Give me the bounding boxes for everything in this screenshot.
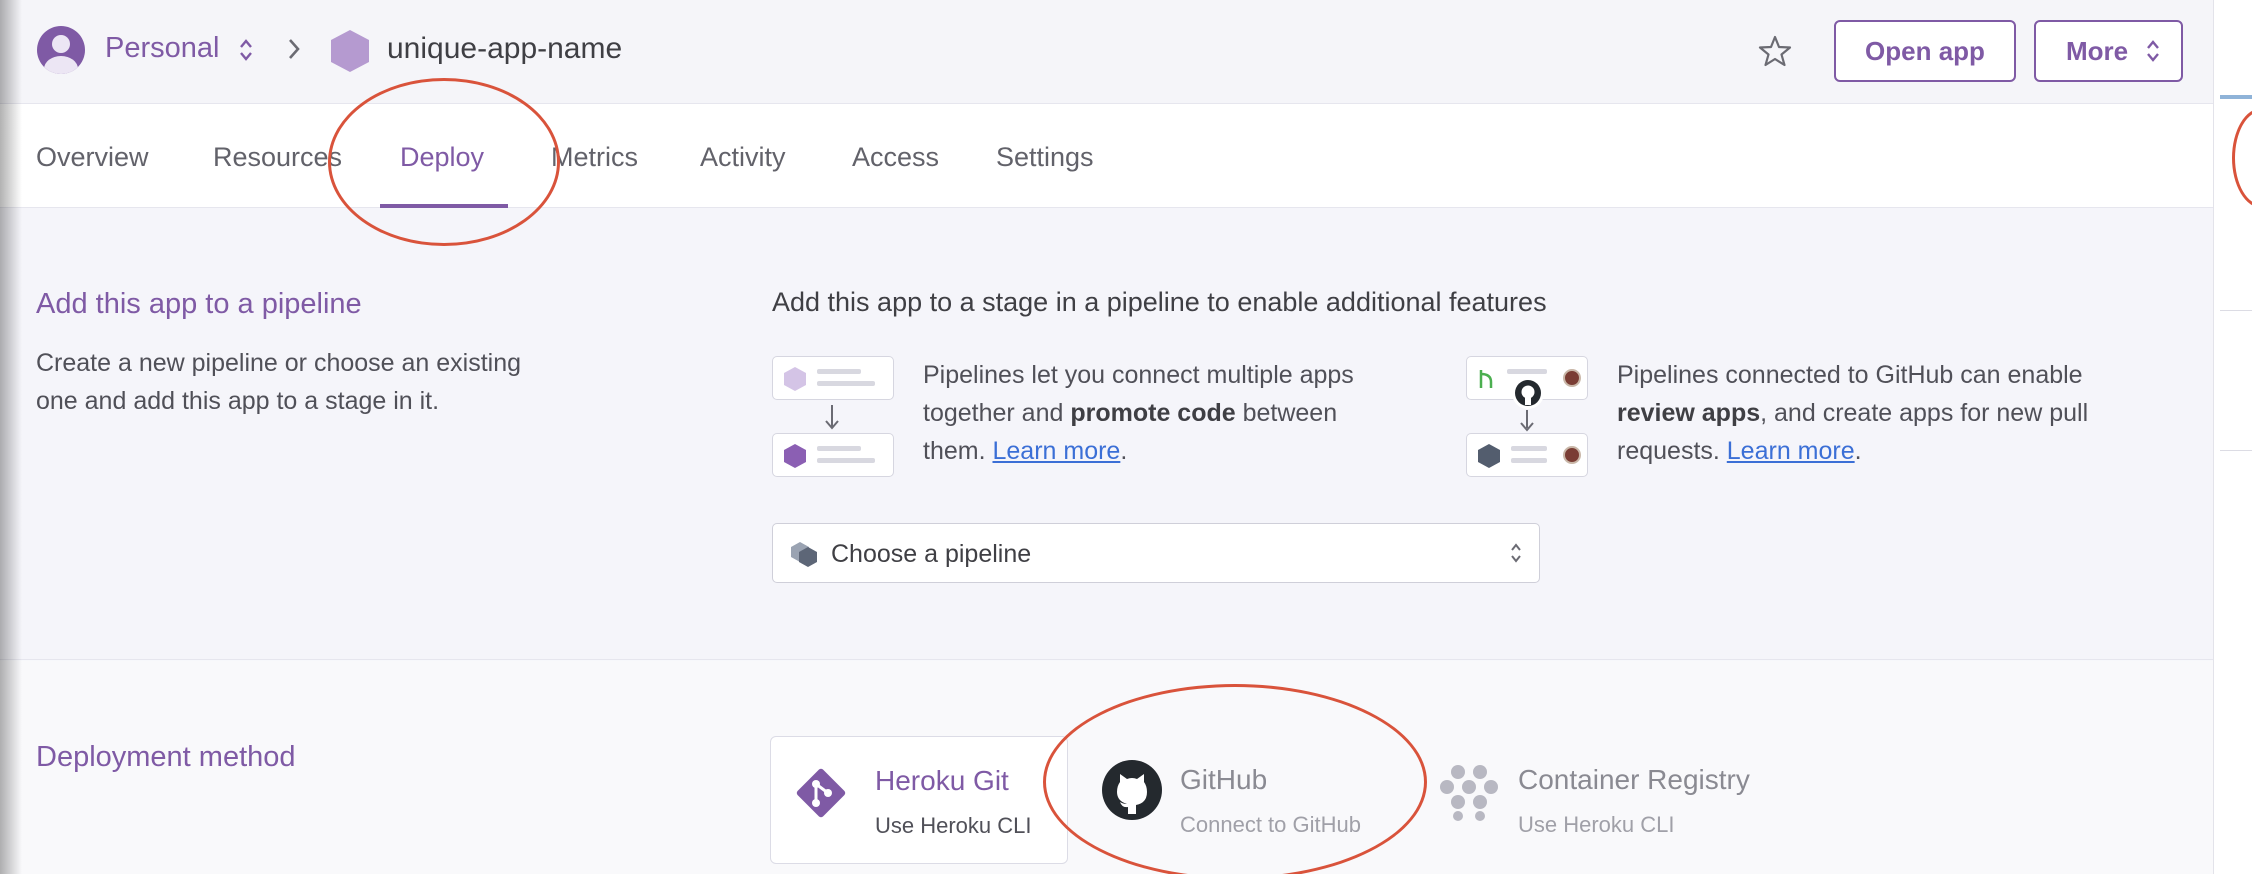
pipeline-feature-promote: Pipelines let you connect multiple apps …: [923, 361, 1354, 465]
tab-resources[interactable]: Resources: [213, 142, 342, 173]
tab-metrics[interactable]: Metrics: [551, 142, 638, 173]
tab-access[interactable]: Access: [852, 142, 939, 173]
container-registry-icon: [1440, 765, 1498, 821]
more-button[interactable]: More: [2034, 20, 2183, 82]
pipeline-section: Add this app to a pipeline Create a new …: [0, 208, 2213, 660]
tab-activity[interactable]: Activity: [700, 142, 786, 173]
promote-diagram-bottom: [772, 433, 894, 477]
pipeline-icon: [791, 542, 817, 567]
avatar[interactable]: [37, 26, 85, 74]
github-icon: [1102, 760, 1162, 820]
pipeline-select[interactable]: Choose a pipeline: [772, 523, 1540, 583]
hexagon-icon: [1478, 444, 1500, 468]
pipeline-stage-headline: Add this app to a stage in a pipeline to…: [772, 287, 1547, 317]
tab-bar: Overview Resources Deploy Metrics Activi…: [0, 104, 2213, 208]
tab-overview[interactable]: Overview: [36, 142, 149, 173]
updown-chevron-icon: [2147, 40, 2159, 62]
app-hexagon-icon: [331, 30, 369, 72]
deployment-section: Deployment method Heroku Git Use Heroku …: [0, 661, 2213, 874]
method-name: GitHub: [1180, 764, 1268, 795]
method-name: Container Registry: [1518, 764, 1750, 795]
pipeline-section-title: Add this app to a pipeline: [36, 288, 362, 320]
pipeline-select-value: Choose a pipeline: [831, 540, 1032, 568]
account-switcher-label[interactable]: Personal: [105, 32, 219, 65]
breadcrumb-chevron-icon: [289, 39, 300, 59]
learn-more-link[interactable]: Learn more: [992, 437, 1120, 465]
open-app-button[interactable]: Open app: [1834, 20, 2016, 82]
pipeline-feature-review-apps: Pipelines connected to GitHub can enable…: [1617, 361, 2089, 465]
user-avatar-icon: [1563, 446, 1581, 464]
user-avatar-icon: [1563, 369, 1581, 387]
method-name: Heroku Git: [875, 765, 1009, 796]
app-name[interactable]: unique-app-name: [387, 32, 622, 66]
tab-deploy[interactable]: Deploy: [400, 142, 484, 173]
updown-chevron-icon: [1511, 543, 1521, 563]
deploy-method-heroku-git[interactable]: Heroku Git Use Heroku CLI: [770, 736, 1068, 864]
header-bar: Personal unique-app-name Open app More: [0, 0, 2213, 104]
tab-settings[interactable]: Settings: [996, 142, 1094, 173]
learn-more-link[interactable]: Learn more: [1727, 437, 1855, 465]
pipeline-section-description: Create a new pipeline or choose an exist…: [36, 349, 522, 415]
heroku-git-icon: [796, 768, 846, 818]
updown-chevron-icon[interactable]: [239, 37, 253, 63]
star-icon[interactable]: [1757, 33, 1793, 69]
branch-icon: [1479, 370, 1493, 388]
method-subtitle: Use Heroku CLI: [1518, 812, 1675, 837]
app-window: Personal unique-app-name Open app More O…: [0, 0, 2252, 874]
more-label: More: [2066, 35, 2129, 66]
deploy-method-github[interactable]: GitHub Connect to GitHub: [1090, 736, 1400, 864]
hexagon-icon: [784, 367, 806, 391]
promote-diagram-top: [772, 356, 894, 400]
method-subtitle: Connect to GitHub: [1180, 812, 1361, 837]
adjacent-window-edge: [2213, 0, 2252, 874]
hexagon-icon: [784, 444, 806, 468]
deployment-method-title: Deployment method: [36, 741, 296, 773]
deploy-method-container-registry[interactable]: Container Registry Use Heroku CLI: [1438, 736, 1798, 864]
review-apps-diagram-bottom: [1466, 433, 1588, 477]
open-app-label: Open app: [1865, 35, 1985, 66]
arrow-down-icon: [825, 405, 839, 430]
method-subtitle: Use Heroku CLI: [875, 813, 1032, 838]
github-icon: [1512, 377, 1544, 409]
